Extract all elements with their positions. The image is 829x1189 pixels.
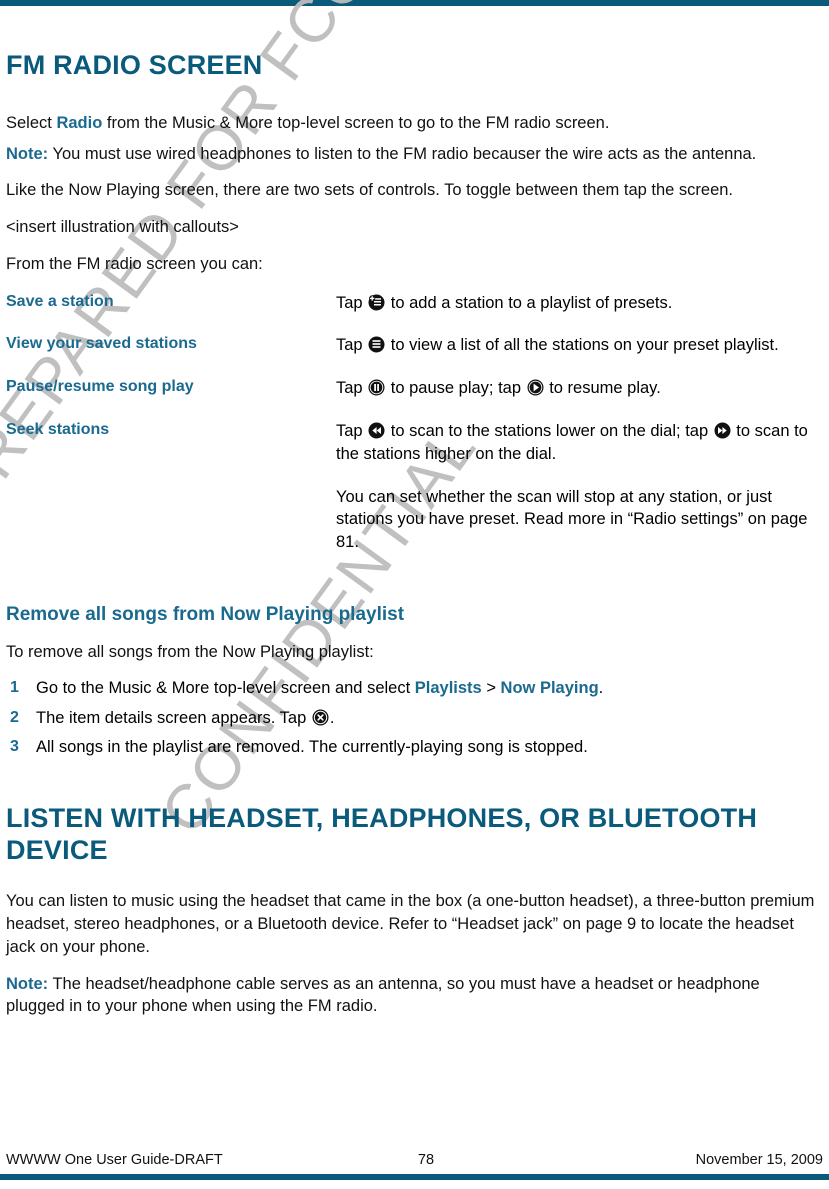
desc-pause-resume-song-play: Tap to pause play; tap to resume play. (336, 377, 823, 420)
keyword-playlists: Playlists (414, 679, 482, 698)
page-title: FM RADIO SCREEN (6, 50, 263, 80)
term-save-a-station: Save a station (6, 292, 114, 310)
paragraph-to-remove-all-songs: To remove all songs from the Now Playing… (6, 642, 374, 661)
desc-text-before: Tap (336, 293, 368, 312)
term-pause-resume-song-play: Pause/resume song play (6, 378, 194, 396)
page-content: FM RADIO SCREEN Select Radio from the Mu… (6, 36, 823, 1032)
clear-playlist-icon (312, 709, 329, 726)
paragraph-from-fm-radio-screen: From the FM radio screen you can: (6, 254, 263, 273)
desc-text-before: Tap (336, 379, 368, 398)
table-row: View your saved stations Tap to view a l… (6, 334, 823, 377)
term-spacer (6, 486, 336, 574)
step-text-before: Go to the Music & More top-level screen … (36, 679, 415, 698)
table-row: Seek stations Tap to scan to the station… (6, 420, 823, 486)
step-text: All songs in the playlist are removed. T… (36, 738, 588, 757)
list-item: 1 Go to the Music & More top-level screen… (6, 677, 823, 699)
note-label: Note: (6, 974, 49, 993)
note-paragraph-headset-cable-antenna: Note: The headset/headphone cable serves… (6, 973, 823, 1019)
fast-forward-icon (714, 422, 731, 439)
intro-text-before: Select (6, 113, 57, 132)
page-title-listen-with-headset: LISTEN WITH HEADSET, HEADPHONES, OR BLUE… (6, 802, 758, 865)
keyword-radio: Radio (56, 113, 103, 132)
note-paragraph-wired-headphones: Note: You must use wired headphones to l… (6, 143, 823, 166)
term-view-your-saved-stations: View your saved stations (6, 335, 197, 353)
footer-document-title: WWWW One User Guide-DRAFT (6, 1152, 223, 1168)
step-number: 1 (10, 679, 19, 697)
step-text-before: The item details screen appears. Tap (36, 708, 311, 727)
desc-text-after: to resume play. (544, 379, 661, 398)
paragraph-insert-illustration: <insert illustration with callouts> (6, 218, 239, 237)
step-number: 2 (10, 708, 19, 726)
document-page: PREPARED FOR FCC CERTIFICATION CONFIDENT… (0, 0, 829, 1189)
list-item: 3 All songs in the playlist are removed. … (6, 736, 823, 758)
keyword-now-playing: Now Playing (500, 679, 599, 698)
play-icon (527, 379, 544, 396)
desc-text-before: Tap (336, 336, 368, 355)
view-stations-icon (368, 336, 385, 353)
step-number: 3 (10, 738, 19, 756)
paragraph-two-sets-of-controls: Like the Now Playing screen, there are t… (6, 181, 734, 200)
desc-save-a-station: Tap to add a station to a playlist of pr… (336, 292, 823, 335)
desc-text-after: to add a station to a playlist of preset… (386, 293, 673, 312)
note-label: Note: (6, 144, 49, 163)
paragraph-you-can-listen-to-music: You can listen to music using the headse… (6, 892, 815, 956)
intro-text-after: from the Music & More top-level screen t… (102, 113, 610, 132)
fm-radio-actions-table: Save a station Tap to add a station to a… (6, 292, 823, 574)
desc-text-middle: to pause play; tap (386, 379, 526, 398)
footer-date: November 15, 2009 (695, 1152, 823, 1168)
note-text: You must use wired headphones to listen … (48, 144, 757, 163)
table-row: Pause/resume song play Tap to pause play… (6, 377, 823, 420)
desc-seek-stations-extra: You can set whether the scan will stop a… (336, 487, 808, 552)
footer-page-number: 78 (417, 1152, 435, 1168)
save-station-icon (368, 294, 385, 311)
rewind-icon (368, 422, 385, 439)
section-title-remove-all-songs: Remove all songs from Now Playing playli… (6, 603, 405, 625)
list-item: 2 The item details screen appears. Tap . (6, 707, 823, 729)
page-bottom-rule (0, 1174, 829, 1180)
table-row: You can set whether the scan will stop a… (6, 486, 823, 574)
desc-text-before: Tap (336, 421, 368, 440)
desc-text-middle: to scan to the stations lower on the dia… (386, 421, 713, 440)
remove-songs-steps: 1 Go to the Music & More top-level screen… (6, 677, 823, 758)
step-separator: > (481, 679, 501, 698)
note-text: The headset/headphone cable serves as an… (6, 974, 760, 1016)
term-seek-stations: Seek stations (6, 420, 110, 438)
step-text-after: . (329, 708, 335, 727)
table-row: Save a station Tap to add a station to a… (6, 292, 823, 335)
page-footer: WWWW One User Guide-DRAFT 78 November 15… (6, 1152, 823, 1168)
step-text-after: . (598, 679, 604, 698)
desc-text-after: to view a list of all the stations on yo… (386, 336, 779, 355)
page-top-rule (0, 0, 829, 6)
pause-icon (368, 379, 385, 396)
desc-seek-stations: Tap to scan to the stations lower on the… (336, 420, 823, 486)
intro-paragraph-select-radio: Select Radio from the Music & More top-l… (6, 112, 823, 135)
desc-view-your-saved-stations: Tap to view a list of all the stations o… (336, 334, 823, 377)
